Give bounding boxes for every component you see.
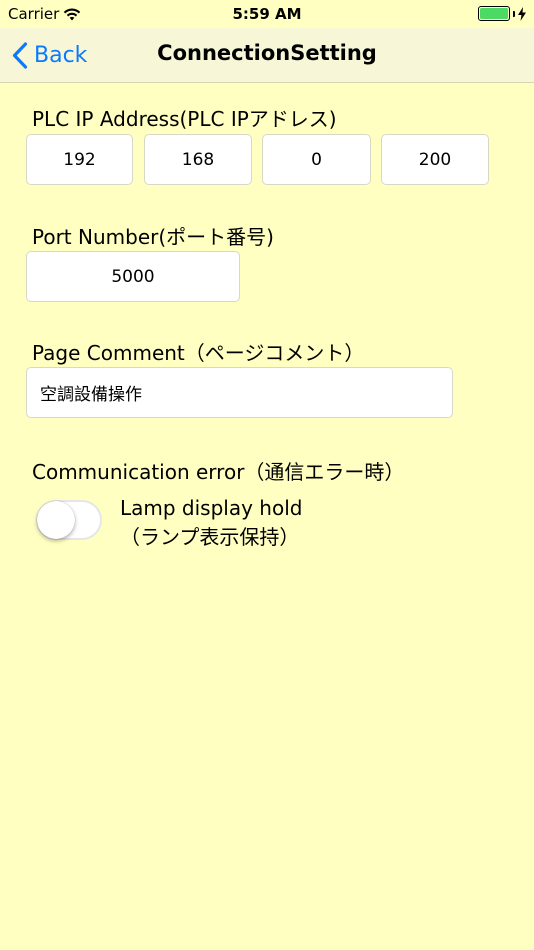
navigation-bar: Back ConnectionSetting <box>0 28 534 83</box>
port-number-field[interactable]: 5000 <box>26 251 240 302</box>
page-title: ConnectionSetting <box>157 41 377 65</box>
ip-octet-3-field[interactable]: 0 <box>262 134 371 185</box>
page-comment-label: Page Comment（ページコメント） <box>32 341 365 365</box>
battery-icon <box>478 6 510 21</box>
ip-address-label: PLC IP Address(PLC IPアドレス) <box>32 107 337 131</box>
port-number-label: Port Number(ポート番号) <box>32 225 274 249</box>
lamp-hold-toggle[interactable] <box>36 500 102 540</box>
lamp-hold-label: Lamp display hold （ランプ表示保持） <box>120 494 302 552</box>
bolt-icon <box>518 6 526 21</box>
status-right <box>478 6 526 21</box>
lamp-hold-label-line1: Lamp display hold <box>120 496 303 520</box>
battery-fill <box>480 8 508 19</box>
status-bar: Carrier 5:59 AM <box>0 0 534 28</box>
battery-tip <box>513 10 515 17</box>
status-time: 5:59 AM <box>232 5 302 23</box>
ip-octet-1-field[interactable]: 192 <box>26 134 133 185</box>
toggle-knob <box>37 501 75 539</box>
communication-error-label: Communication error（通信エラー時） <box>32 460 405 484</box>
ip-octet-4-field[interactable]: 200 <box>381 134 489 185</box>
page-comment-field[interactable]: 空調設備操作 <box>26 367 453 418</box>
ip-octet-2-field[interactable]: 168 <box>144 134 252 185</box>
lamp-hold-label-line2: （ランプ表示保持） <box>120 525 300 549</box>
